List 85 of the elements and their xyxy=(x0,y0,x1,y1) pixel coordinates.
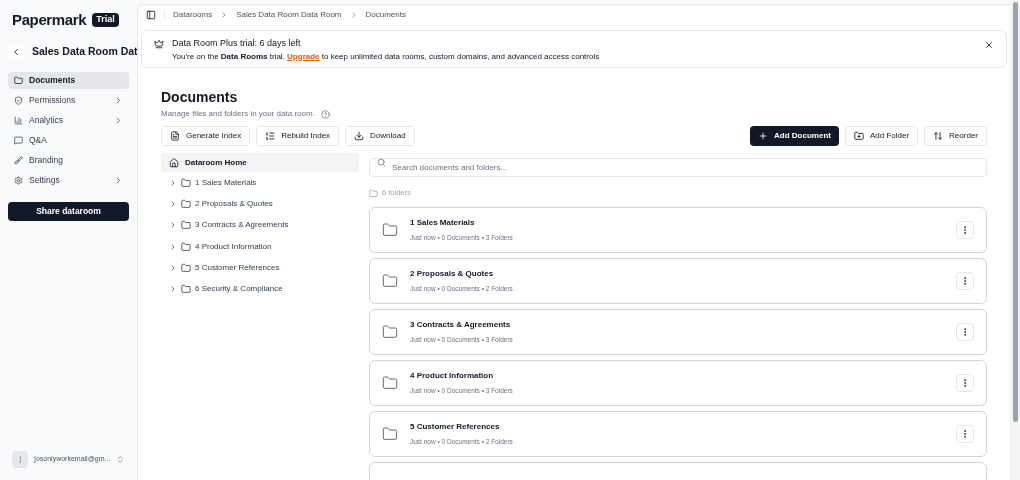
banner-message: You're on the Data Rooms trial. Upgrade to keep unlimited data rooms, custom domains, and advanced access controls xyxy=(172,50,601,63)
breadcrumb-link[interactable]: Documents xyxy=(365,9,406,21)
sidebar-toggle-icon[interactable] xyxy=(146,10,156,20)
bar-chart-icon xyxy=(14,116,23,125)
expand-chevron-icon[interactable] xyxy=(169,178,177,187)
expand-chevron-icon[interactable] xyxy=(169,221,177,230)
expand-chevron-icon[interactable] xyxy=(169,199,177,208)
folder-name: 3 Contracts & Agreements xyxy=(410,319,512,332)
toolbar-button[interactable]: Add Folder xyxy=(844,126,919,146)
breadcrumb-link[interactable]: Sales Data Room Data Room xyxy=(236,9,342,21)
nav-item[interactable]: Analytics xyxy=(8,112,129,129)
folder-icon xyxy=(181,284,191,295)
message-icon xyxy=(14,136,23,145)
toolbar-button[interactable]: Reorder xyxy=(924,126,987,146)
nav-item[interactable]: Permissions xyxy=(8,92,129,109)
page-title: Documents xyxy=(161,88,239,106)
nav-item[interactable]: Settings xyxy=(8,172,129,189)
banner-title: Data Room Plus trial: 6 days left xyxy=(172,37,302,50)
document-icon xyxy=(170,131,180,141)
back-icon xyxy=(11,47,21,57)
more-options-button[interactable] xyxy=(956,425,974,443)
toolbar-button[interactable]: Download xyxy=(345,126,415,146)
expand-chevron-icon[interactable] xyxy=(169,285,177,294)
folder-name: 2 Proposals & Quotes xyxy=(410,268,495,281)
more-options-button[interactable] xyxy=(956,323,974,341)
folder-icon xyxy=(369,188,378,198)
more-options-button[interactable] xyxy=(956,221,974,239)
page-subtitle: Manage files and folders in your data room. xyxy=(161,108,315,120)
help-icon[interactable] xyxy=(320,109,330,119)
folder-icon xyxy=(382,273,398,289)
folder-icon xyxy=(382,222,398,238)
folder-icon xyxy=(382,324,398,340)
tree-folder-item[interactable]: 4 Product Information xyxy=(161,235,359,258)
sort-icon xyxy=(933,131,944,141)
search-icon xyxy=(377,158,386,167)
tree-folder-item[interactable]: 1 Sales Materials xyxy=(161,172,359,194)
trial-badge: Trial xyxy=(92,13,119,27)
search-field[interactable]: Search documents and folders... xyxy=(369,158,987,177)
toolbar-button[interactable]: Rebuild Index xyxy=(256,126,340,146)
toolbar-button[interactable]: Generate Index xyxy=(161,126,251,146)
brush-icon xyxy=(14,156,23,165)
close-icon[interactable] xyxy=(984,40,994,50)
add-document-button[interactable]: Add Document xyxy=(750,126,839,146)
tree-folder-item[interactable]: 3 Contracts & Agreements xyxy=(161,214,359,236)
folder-icon xyxy=(181,177,191,188)
tree-folder-item[interactable]: 5 Customer References xyxy=(161,257,359,279)
folder-icon xyxy=(181,241,191,252)
folder-name: 4 Product Information xyxy=(410,370,495,383)
shield-icon xyxy=(14,96,23,105)
folder-name: 1 Sales Materials xyxy=(410,217,476,230)
folder-icon xyxy=(181,220,191,231)
nav-item[interactable]: Documents xyxy=(8,72,129,89)
more-options-button[interactable] xyxy=(956,374,974,392)
folder-icon xyxy=(14,76,23,85)
nav-item[interactable]: Q&A xyxy=(8,132,129,149)
home-icon xyxy=(169,157,179,168)
expand-chevron-icon[interactable] xyxy=(169,242,177,251)
scrollbar[interactable] xyxy=(1010,0,1020,480)
nav-item[interactable]: Branding xyxy=(8,152,129,169)
tree-folder-item[interactable]: 2 Proposals & Quotes xyxy=(161,193,359,215)
folder-icon xyxy=(181,198,191,209)
dataroom-title: Sales Data Room Dat xyxy=(32,44,138,60)
tree-root-item[interactable]: Dataroom Home xyxy=(161,153,359,172)
plus-icon xyxy=(758,131,769,141)
back-button[interactable] xyxy=(8,44,24,60)
settings-icon xyxy=(14,176,23,185)
folder-icon xyxy=(382,375,398,391)
folder-plus-icon xyxy=(853,131,864,141)
upgrade-link[interactable]: Upgrade xyxy=(287,51,320,61)
folder-name: 5 Customer References xyxy=(410,421,501,434)
expand-chevron-icon[interactable] xyxy=(169,263,177,272)
logo-text: Papermark xyxy=(12,9,87,30)
chevron-icon xyxy=(114,96,123,105)
crown-icon xyxy=(154,39,164,49)
chevron-icon xyxy=(114,176,123,185)
share-dataroom-button[interactable]: Share dataroom xyxy=(8,202,129,221)
download-icon xyxy=(354,131,365,141)
folder-icon xyxy=(382,426,398,442)
chevron-icon xyxy=(114,116,123,125)
expand-icon[interactable] xyxy=(116,455,125,464)
folder-icon xyxy=(181,262,191,273)
more-options-button[interactable] xyxy=(956,272,974,290)
tree-folder-item[interactable]: 6 Security & Compliance xyxy=(161,278,359,300)
breadcrumb-link[interactable]: Datarooms xyxy=(173,9,213,21)
numbered-list-icon xyxy=(265,131,276,141)
